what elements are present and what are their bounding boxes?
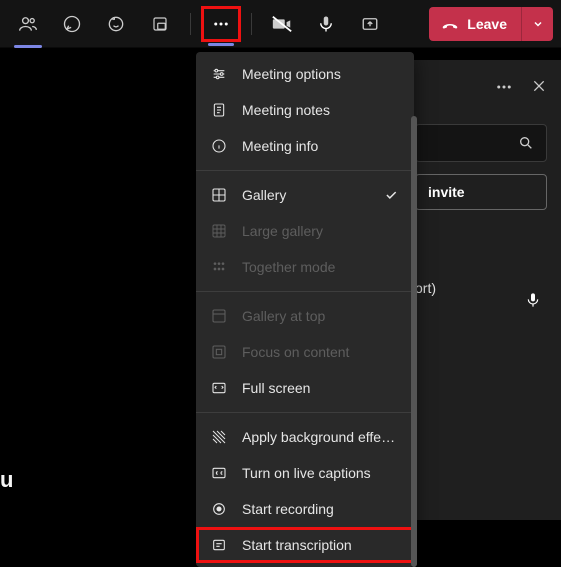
fullscreen-icon [210, 379, 228, 397]
panel-more-button[interactable] [495, 78, 513, 96]
mic-icon [525, 292, 541, 308]
menu-label: Together mode [242, 259, 400, 275]
record-icon [210, 500, 228, 518]
toolbar-separator [190, 13, 191, 35]
menu-divider [196, 170, 414, 171]
gallery-top-icon [210, 307, 228, 325]
menu-label: Meeting options [242, 66, 400, 82]
side-panel: invite ort) [401, 60, 561, 520]
transcription-icon [210, 536, 228, 554]
rooms-button[interactable] [140, 4, 180, 44]
menu-together-mode: Together mode [196, 249, 414, 285]
grid-3x3-icon [210, 222, 228, 240]
menu-label: Large gallery [242, 223, 400, 239]
focus-icon [210, 343, 228, 361]
leave-label: Leave [467, 16, 507, 32]
menu-label: Gallery at top [242, 308, 400, 324]
menu-label: Start transcription [242, 537, 400, 553]
hangup-icon [441, 15, 459, 33]
more-actions-highlight [201, 6, 241, 42]
menu-label: Apply background effe… [242, 429, 400, 445]
together-icon [210, 258, 228, 276]
menu-gallery-at-top: Gallery at top [196, 298, 414, 334]
menu-live-captions[interactable]: Turn on live captions [196, 455, 414, 491]
leave-button[interactable]: Leave [429, 7, 521, 41]
people-button[interactable] [8, 4, 48, 44]
menu-full-screen[interactable]: Full screen [196, 370, 414, 406]
notes-icon [210, 101, 228, 119]
info-icon [210, 137, 228, 155]
menu-label: Meeting info [242, 138, 400, 154]
menu-divider [196, 412, 414, 413]
grid-2x2-icon [210, 186, 228, 204]
menu-background-effects[interactable]: Apply background effe… [196, 419, 414, 455]
chat-button[interactable] [52, 4, 92, 44]
menu-label: Start recording [242, 501, 400, 517]
menu-start-transcription[interactable]: Start transcription [196, 527, 414, 563]
more-actions-button[interactable] [204, 9, 238, 39]
menu-gallery[interactable]: Gallery [196, 177, 414, 213]
menu-focus-content: Focus on content [196, 334, 414, 370]
more-actions-menu: Meeting options Meeting notes Meeting in… [196, 52, 414, 567]
menu-meeting-info[interactable]: Meeting info [196, 128, 414, 164]
menu-meeting-options[interactable]: Meeting options [196, 56, 414, 92]
menu-start-recording[interactable]: Start recording [196, 491, 414, 527]
chevron-down-icon [532, 18, 544, 30]
menu-divider [196, 291, 414, 292]
menu-scrollbar[interactable] [411, 116, 417, 567]
ellipsis-icon [495, 78, 513, 96]
menu-meeting-notes[interactable]: Meeting notes [196, 92, 414, 128]
background-icon [210, 428, 228, 446]
mic-button[interactable] [306, 4, 346, 44]
check-icon [384, 188, 400, 202]
reactions-button[interactable] [96, 4, 136, 44]
share-invite-button[interactable]: invite [415, 174, 547, 210]
menu-label: Meeting notes [242, 102, 400, 118]
cropped-text-fragment: u [0, 467, 13, 493]
toolbar-separator [251, 13, 252, 35]
menu-label: Gallery [242, 187, 370, 203]
leave-caret-button[interactable] [521, 7, 553, 41]
cc-icon [210, 464, 228, 482]
settings-sliders-icon [210, 65, 228, 83]
close-icon [531, 78, 547, 94]
menu-label: Turn on live captions [242, 465, 400, 481]
search-input[interactable] [415, 124, 547, 162]
participant-mic-icon[interactable] [525, 292, 541, 308]
menu-large-gallery: Large gallery [196, 213, 414, 249]
meeting-toolbar: Leave [0, 0, 561, 48]
share-button[interactable] [350, 4, 390, 44]
search-icon [518, 135, 534, 151]
panel-close-button[interactable] [531, 78, 547, 96]
menu-label: Focus on content [242, 344, 400, 360]
menu-label: Full screen [242, 380, 400, 396]
invite-label: invite [428, 184, 465, 200]
leave-button-group: Leave [429, 7, 553, 41]
camera-button[interactable] [262, 4, 302, 44]
